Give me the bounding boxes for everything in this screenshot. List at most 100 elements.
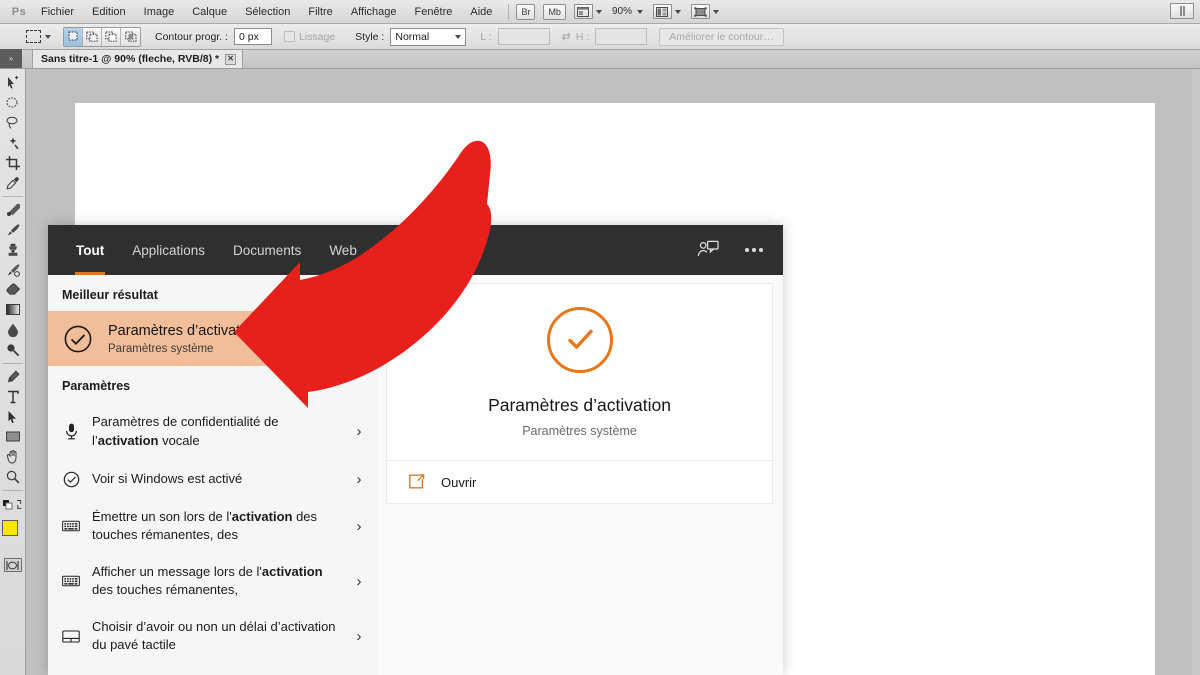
open-action-button[interactable]: Ouvrir (387, 461, 772, 503)
best-result-item[interactable]: Paramètres d’activation Paramètres systè… (48, 311, 378, 367)
chevron-right-icon[interactable]: › (352, 471, 366, 488)
eyedropper-tool-icon[interactable] (1, 173, 25, 193)
preview-subtitle: Paramètres système (522, 423, 637, 438)
hand-tool-icon[interactable] (1, 447, 25, 467)
view-extras-caret-icon[interactable] (595, 9, 602, 14)
quick-mask-icon[interactable] (3, 558, 22, 572)
brush-tool-icon[interactable] (1, 220, 25, 240)
search-tabs: Tout Applications Documents Web Plus (62, 225, 442, 275)
menu-affichage[interactable]: Affichage (342, 3, 406, 21)
spot-healing-brush-tool-icon[interactable] (1, 200, 25, 220)
move-tool-icon[interactable] (1, 73, 25, 93)
chevron-right-icon[interactable]: › (352, 573, 366, 590)
type-tool-icon[interactable] (1, 387, 25, 407)
list-item[interactable]: Afficher un message lors de l'activation… (48, 554, 378, 609)
menu-image[interactable]: Image (135, 3, 184, 21)
foreground-color-swatch[interactable] (1, 520, 18, 536)
style-select[interactable]: Normal (390, 27, 467, 46)
height-input[interactable] (595, 28, 648, 45)
subtract-from-selection-button[interactable] (102, 27, 121, 46)
feedback-icon[interactable] (695, 237, 721, 263)
antialias-checkbox[interactable] (283, 31, 295, 42)
mini-bridge-button[interactable]: Mb (543, 3, 566, 20)
document-tab[interactable]: Sans titre-1 @ 90% (fleche, RVB/8) * ✕ (32, 49, 244, 68)
label-bold: activation (231, 509, 293, 525)
menu-filtre[interactable]: Filtre (299, 3, 341, 21)
swap-dimensions-icon[interactable]: ⇄ (562, 30, 571, 43)
screen-mode-caret-icon[interactable] (712, 9, 719, 14)
chevron-right-icon[interactable]: › (352, 423, 366, 440)
more-options-icon[interactable] (741, 237, 767, 263)
crop-tool-icon[interactable] (1, 153, 25, 173)
list-item[interactable]: Choisir d’avoir ou non un délai d’activa… (48, 609, 378, 664)
tool-divider (2, 490, 23, 491)
search-header-actions (695, 237, 767, 263)
tab-tout-label: Tout (76, 242, 105, 258)
list-item-label: Paramètres de confidentialité de l’activ… (92, 413, 340, 450)
history-brush-tool-icon[interactable] (1, 260, 25, 280)
intersect-selection-button[interactable] (121, 27, 140, 46)
style-chevron-down-icon (455, 34, 462, 39)
list-item[interactable]: Émettre un son lors de l'activation des … (48, 499, 378, 554)
menu-fichier[interactable]: Fichier (32, 3, 83, 21)
chevron-right-icon[interactable]: › (352, 518, 366, 535)
tab-applications-label: Applications (132, 242, 206, 258)
label-bold: activation (97, 432, 159, 448)
list-item[interactable]: Résoudre les problèmes d’activation › (48, 664, 378, 675)
bridge-button[interactable]: Br (516, 3, 536, 20)
clone-stamp-tool-icon[interactable] (1, 240, 25, 260)
tab-plus-label: Plus (384, 242, 412, 258)
feather-input[interactable]: 0 px (233, 28, 272, 45)
photoshop-menu-bar: Ps Fichier Edition Image Calque Sélectio… (0, 0, 1200, 24)
tab-tout[interactable]: Tout (62, 225, 118, 275)
photoshop-options-bar: Contour progr. : 0 px Lissage Style : No… (0, 24, 1200, 50)
width-label: L : (480, 30, 492, 43)
width-input[interactable] (497, 28, 550, 45)
close-icon[interactable]: ✕ (225, 53, 237, 65)
style-label: Style : (355, 30, 385, 43)
path-selection-tool-icon[interactable] (1, 407, 25, 427)
zoom-caret-icon[interactable] (636, 9, 643, 14)
list-item[interactable]: Paramètres de confidentialité de l’activ… (48, 404, 378, 459)
settings-section-label: Paramètres (62, 379, 131, 394)
menu-calque[interactable]: Calque (183, 3, 236, 21)
marquee-tool-icon[interactable] (26, 30, 41, 43)
tool-preset-caret-icon[interactable] (45, 34, 51, 39)
pen-tool-icon[interactable] (1, 367, 25, 387)
rectangle-tool-icon[interactable] (1, 427, 25, 447)
list-item[interactable]: Voir si Windows est activé › (48, 459, 378, 499)
tab-web[interactable]: Web (315, 225, 371, 275)
rectangular-marquee-tool-icon[interactable] (1, 93, 25, 113)
color-swatches[interactable] (1, 518, 25, 552)
open-external-icon (407, 473, 425, 491)
blur-tool-icon[interactable] (1, 320, 25, 340)
label-pre: Afficher un message lors de l' (92, 563, 262, 579)
keyboard-icon (62, 572, 80, 590)
menu-edition[interactable]: Edition (83, 3, 135, 21)
dodge-tool-icon[interactable] (1, 340, 25, 360)
add-to-selection-button[interactable] (83, 27, 102, 46)
eraser-tool-icon[interactable] (1, 280, 25, 300)
default-colors-icon[interactable] (1, 494, 25, 514)
menu-aide[interactable]: Aide (461, 3, 501, 21)
quick-selection-tool-icon[interactable] (1, 133, 25, 153)
screen-mode-icon[interactable] (690, 4, 710, 19)
tab-plus[interactable]: Plus (371, 225, 442, 275)
menu-fenetre[interactable]: Fenêtre (405, 3, 461, 21)
new-selection-button[interactable] (64, 27, 83, 46)
arrange-documents-icon[interactable] (652, 4, 672, 19)
best-result-text: Paramètres d’activation Paramètres systè… (108, 322, 260, 355)
zoom-tool-icon[interactable] (1, 467, 25, 487)
lasso-tool-icon[interactable] (1, 113, 25, 133)
view-extras-icon[interactable] (573, 4, 593, 19)
arrange-caret-icon[interactable] (674, 9, 681, 14)
open-action-label: Ouvrir (441, 474, 477, 490)
gradient-tool-icon[interactable] (1, 300, 25, 320)
menu-selection[interactable]: Sélection (236, 3, 299, 21)
window-scroll-control[interactable] (1170, 3, 1194, 19)
tab-documents[interactable]: Documents (219, 225, 315, 275)
tab-applications[interactable]: Applications (118, 225, 219, 275)
chevron-right-icon[interactable]: › (352, 628, 366, 645)
collapse-panels-icon[interactable]: » (0, 49, 22, 68)
refine-edge-button[interactable]: Améliorer le contour… (659, 27, 784, 46)
